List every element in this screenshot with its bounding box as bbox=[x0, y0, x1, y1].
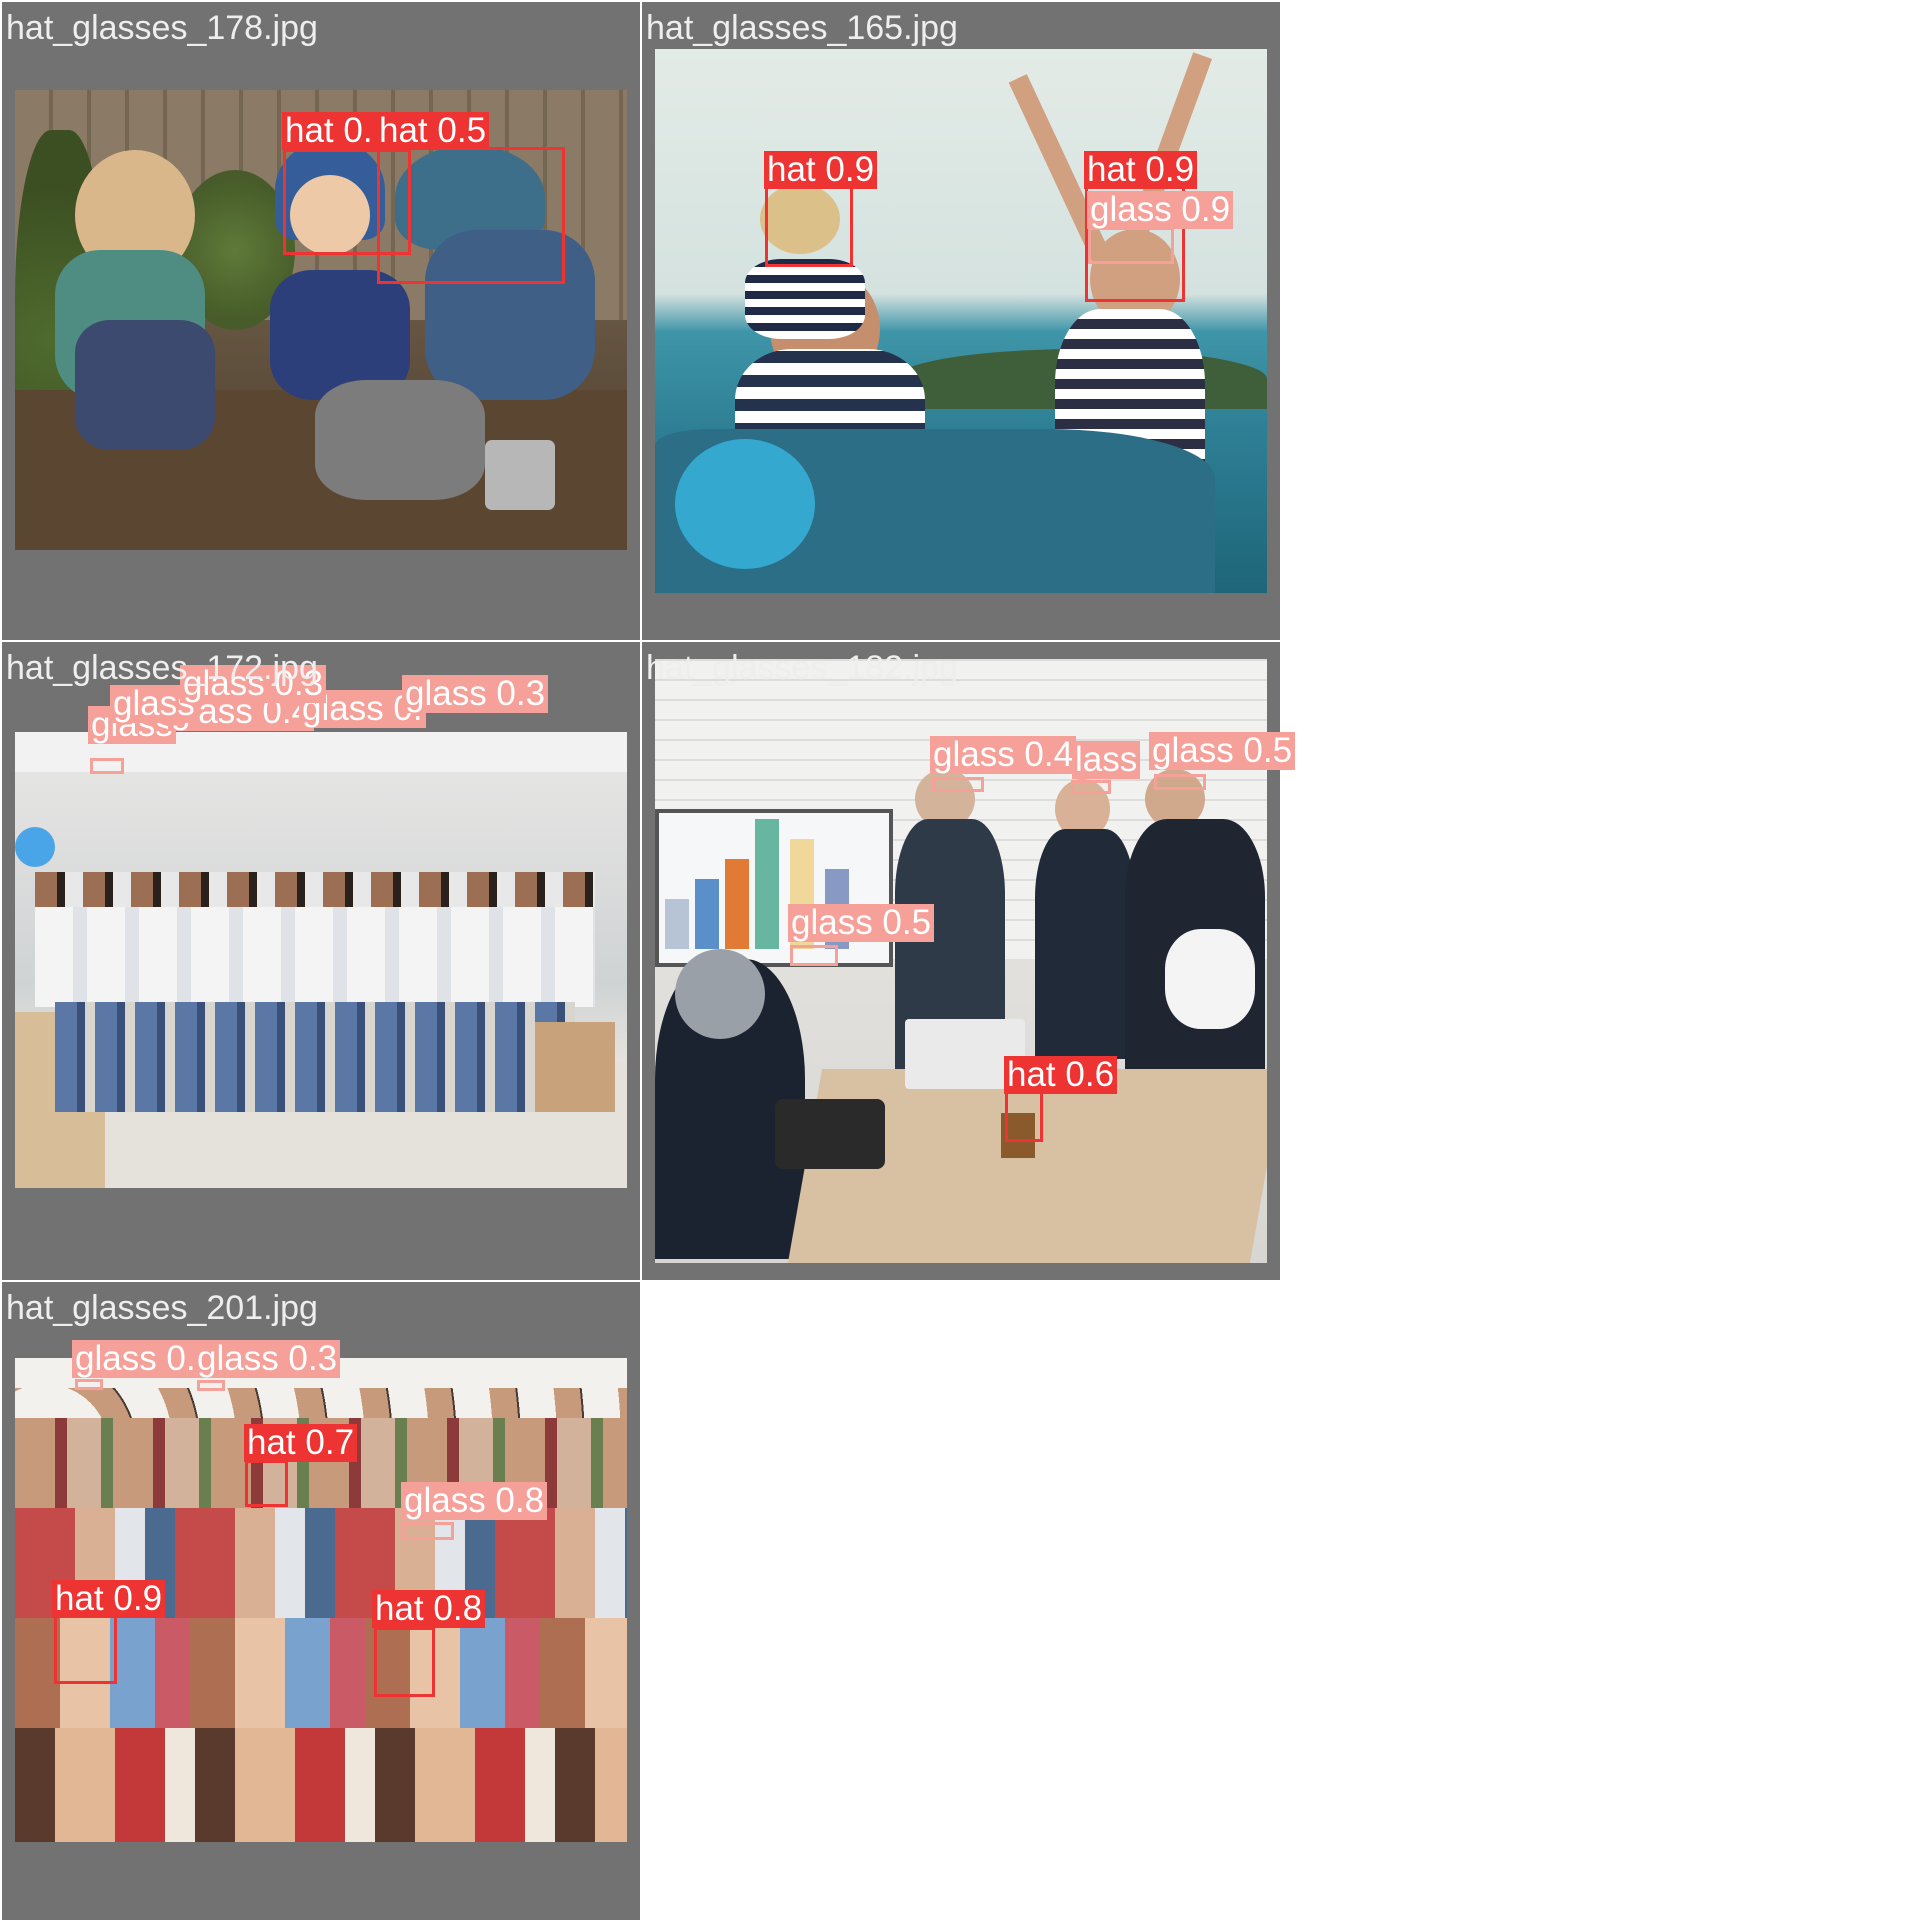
detection-label: glass 0.3 bbox=[194, 1340, 341, 1378]
tile-hat-glasses-165: hat_glasses_165.jpg hat 0.9 hat 0.9 glas… bbox=[642, 2, 1280, 640]
detection-label: hat 0.9 bbox=[764, 151, 878, 189]
detection-label-overflow: glass 0.5 bbox=[1149, 732, 1296, 770]
detection-box-hat bbox=[54, 1615, 117, 1684]
detection-box-glass bbox=[1071, 780, 1111, 794]
detection-label: hat 0.6 bbox=[1004, 1056, 1118, 1094]
detection-box-glass bbox=[75, 1379, 103, 1390]
tile-title: hat_glasses_201.jpg bbox=[6, 1289, 318, 1327]
detection-label: hat 0.9 bbox=[52, 1580, 166, 1618]
detection-label: glass 0.8 bbox=[401, 1482, 548, 1520]
photo-office-group bbox=[15, 732, 627, 1188]
detection-label: hat 0.7 bbox=[244, 1424, 358, 1462]
detection-box-hat bbox=[374, 1627, 435, 1697]
tile-title: hat_glasses_172.jpg bbox=[6, 649, 318, 687]
detection-label: hat 0.5 bbox=[376, 112, 490, 150]
detection-box-hat bbox=[377, 147, 565, 284]
tile-hat-glasses-201: hat_glasses_201.jpg glass 0.3 glass 0.3 … bbox=[2, 1282, 640, 1920]
tile-hat-glasses-172: hat_glasses_172.jpg glass glass 0.4 glas… bbox=[2, 642, 640, 1280]
detection-label: glass 0.4 bbox=[930, 736, 1077, 774]
tile-title: hat_glasses_178.jpg bbox=[6, 9, 318, 47]
detection-label: hat 0. bbox=[282, 112, 376, 150]
detection-box-hat bbox=[765, 182, 853, 267]
detection-box-glass bbox=[197, 1380, 225, 1391]
tile-hat-glasses-178: hat_glasses_178.jpg hat 0. hat 0.5 bbox=[2, 2, 640, 640]
detection-label: hat 0.9 bbox=[1084, 151, 1198, 189]
detection-box-hat bbox=[1005, 1090, 1043, 1142]
detection-label: glass 0.9 bbox=[1087, 191, 1234, 229]
detection-box-glass bbox=[932, 777, 984, 792]
detection-label: hat 0.8 bbox=[372, 1590, 486, 1628]
tile-title: hat_glasses_182.jpg bbox=[646, 649, 958, 687]
detection-box-glass bbox=[1088, 227, 1174, 264]
tile-title: hat_glasses_165.jpg bbox=[646, 9, 958, 47]
detection-label: glass 0.3 bbox=[402, 675, 549, 713]
detection-label: lass bbox=[1072, 741, 1141, 779]
detection-box-glass bbox=[790, 945, 838, 966]
detection-box-hat bbox=[245, 1460, 288, 1507]
detection-box-glass bbox=[1154, 774, 1206, 790]
detection-box-glass bbox=[90, 758, 124, 774]
detection-box-glass bbox=[402, 1522, 454, 1540]
photo-convertible-car bbox=[655, 49, 1267, 593]
detection-label: glass 0.5 bbox=[788, 904, 935, 942]
